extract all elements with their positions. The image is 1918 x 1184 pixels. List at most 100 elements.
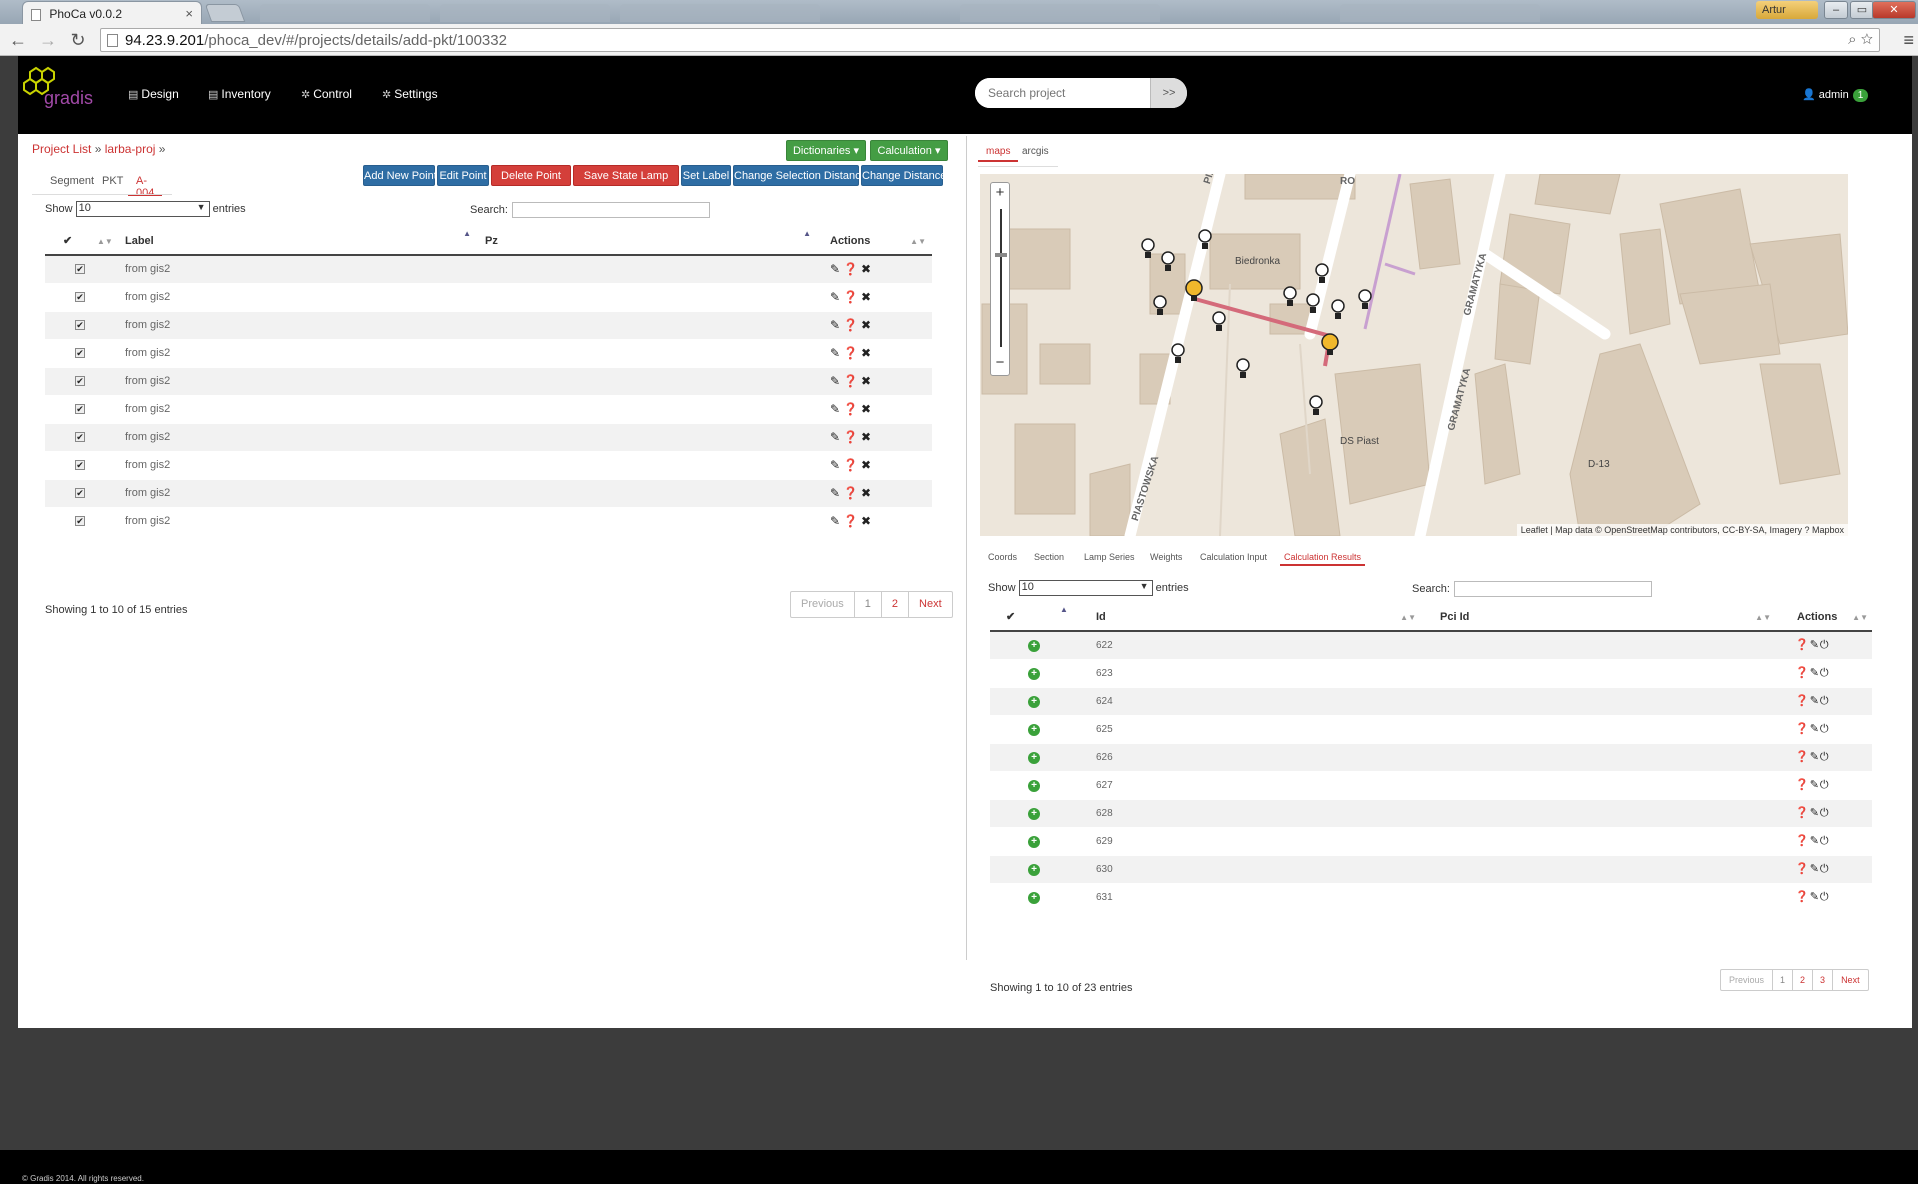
- col-actions[interactable]: Actions ▲▼: [815, 227, 932, 256]
- nav-control[interactable]: ✲ Control: [301, 87, 352, 101]
- forward-icon[interactable]: →: [36, 30, 60, 51]
- project-search-button[interactable]: >>: [1150, 78, 1187, 108]
- row-actions[interactable]: ❓✎⏻: [1795, 807, 1830, 819]
- tab-weights[interactable]: Weights: [1146, 550, 1186, 564]
- table-row[interactable]: +630 ❓✎⏻: [990, 854, 1872, 883]
- tab-maps[interactable]: maps: [978, 143, 1019, 162]
- user-menu[interactable]: 👤 admin 1: [1802, 88, 1869, 102]
- gradis-logo[interactable]: gradis: [20, 64, 110, 108]
- lamp-icon[interactable]: [1283, 286, 1297, 306]
- expand-row-icon[interactable]: +: [1028, 891, 1040, 904]
- expand-row-icon[interactable]: +: [1028, 639, 1040, 652]
- add-new-point-button[interactable]: Add New Point: [363, 165, 437, 186]
- table-search-input[interactable]: [511, 202, 710, 218]
- table-search-input[interactable]: [1453, 581, 1652, 597]
- row-actions[interactable]: ❓✎⏻: [1795, 779, 1830, 791]
- row-actions[interactable]: ❓✎⏻: [1795, 835, 1830, 847]
- browser-tab[interactable]: PhoCa v0.0.2 ×: [22, 1, 202, 25]
- pager-page-1[interactable]: 1: [853, 592, 881, 617]
- star-icon[interactable]: ☆: [1861, 31, 1873, 48]
- expand-row-icon[interactable]: +: [1028, 863, 1040, 876]
- calculation-dropdown[interactable]: Calculation ▾: [870, 140, 948, 161]
- row-actions[interactable]: ✎❓✖: [830, 318, 874, 332]
- table-row[interactable]: +626 ❓✎⏻: [990, 742, 1872, 771]
- minimize-button[interactable]: –: [1824, 1, 1848, 19]
- row-actions[interactable]: ❓✎⏻: [1795, 723, 1830, 735]
- table-row[interactable]: ✔ from gis2 ✎❓✖: [45, 422, 932, 451]
- expand-row-icon[interactable]: +: [1028, 807, 1040, 820]
- zoom-in-button[interactable]: +: [991, 183, 1009, 205]
- row-actions[interactable]: ❓✎⏻: [1795, 863, 1830, 875]
- table-row[interactable]: ✔ from gis2 ✎❓✖: [45, 366, 932, 395]
- pager-previous[interactable]: Previous: [1721, 970, 1772, 990]
- browser-user-chip[interactable]: Artur: [1756, 1, 1818, 19]
- tab-calculation-input[interactable]: Calculation Input: [1196, 550, 1271, 564]
- row-checkbox[interactable]: ✔: [75, 460, 85, 470]
- row-actions[interactable]: ❓✎⏻: [1795, 891, 1830, 903]
- row-checkbox[interactable]: ✔: [75, 488, 85, 498]
- background-tab[interactable]: [960, 4, 1160, 22]
- col-select[interactable]: ✔ ▲: [990, 603, 1070, 632]
- row-actions[interactable]: ✎❓✖: [830, 290, 874, 304]
- table-row[interactable]: ✔ from gis2 ✎❓✖: [45, 478, 932, 507]
- table-row[interactable]: ✔ from gis2 ✎❓✖: [45, 254, 932, 283]
- lamp-icon[interactable]: [1331, 299, 1345, 319]
- expand-row-icon[interactable]: +: [1028, 751, 1040, 764]
- save-state-lamp-button[interactable]: Save State Lamp: [573, 165, 679, 186]
- row-actions[interactable]: ✎❓✖: [830, 514, 874, 528]
- nav-inventory[interactable]: ▤ Inventory: [208, 87, 271, 101]
- address-bar[interactable]: 94.23.9.201/phoca_dev/#/projects/details…: [100, 28, 1880, 52]
- table-row[interactable]: ✔ from gis2 ✎❓✖: [45, 310, 932, 339]
- row-actions[interactable]: ✎❓✖: [830, 402, 874, 416]
- reload-icon[interactable]: ↻: [66, 30, 90, 51]
- tab-pkt[interactable]: PKT: [94, 172, 131, 196]
- row-checkbox[interactable]: ✔: [75, 516, 85, 527]
- map-tiles[interactable]: [980, 174, 1848, 536]
- search-icon[interactable]: ⌕: [1848, 31, 1856, 48]
- close-window-button[interactable]: ✕: [1872, 1, 1916, 19]
- table-row[interactable]: +629 ❓✎⏻: [990, 826, 1872, 855]
- map-view[interactable]: PIASTOWS RO Biedronka GRAMATYKA GRAMATYK…: [980, 174, 1848, 536]
- table-row[interactable]: ✔ from gis2 ✎❓✖: [45, 338, 932, 367]
- col-pci-id[interactable]: Pci Id ▲▼: [1420, 603, 1775, 632]
- zoom-slider[interactable]: [991, 205, 1009, 353]
- row-actions[interactable]: ✎❓✖: [830, 458, 874, 472]
- background-tab[interactable]: [260, 4, 430, 22]
- table-row[interactable]: ✔ from gis2 ✎❓✖: [45, 282, 932, 311]
- pager-next[interactable]: Next: [1832, 970, 1868, 990]
- tab-a-004[interactable]: A-004: [128, 172, 163, 199]
- row-actions[interactable]: ✎❓✖: [830, 262, 874, 276]
- project-search-input[interactable]: [975, 78, 1145, 108]
- tab-calculation-results[interactable]: Calculation Results: [1280, 550, 1366, 566]
- row-checkbox[interactable]: ✔: [75, 348, 85, 358]
- expand-row-icon[interactable]: +: [1028, 695, 1040, 708]
- breadcrumb-project[interactable]: larba-proj: [105, 142, 156, 156]
- lamp-icon[interactable]: [1236, 358, 1250, 378]
- table-row[interactable]: +631 ❓✎⏻: [990, 882, 1872, 911]
- background-tab[interactable]: [440, 4, 610, 22]
- change-selection-distance-button[interactable]: Change Selection Distance: [733, 165, 867, 186]
- col-actions[interactable]: Actions ▲▼: [1775, 603, 1872, 632]
- row-actions[interactable]: ✎❓✖: [830, 346, 874, 360]
- pager-page-1[interactable]: 1: [1772, 970, 1792, 990]
- maximize-button[interactable]: ▭: [1850, 1, 1874, 19]
- row-actions[interactable]: ✎❓✖: [830, 374, 874, 388]
- delete-point-button[interactable]: Delete Point: [491, 165, 571, 186]
- col-select[interactable]: ✔ ▲▼: [45, 227, 113, 256]
- table-row[interactable]: +624 ❓✎⏻: [990, 686, 1872, 715]
- back-icon[interactable]: ←: [6, 30, 30, 51]
- row-actions[interactable]: ❓✎⏻: [1795, 695, 1830, 707]
- row-actions[interactable]: ❓✎⏻: [1795, 667, 1830, 679]
- pager-next[interactable]: Next: [908, 592, 952, 617]
- background-tab[interactable]: [1340, 4, 1540, 22]
- dictionaries-dropdown[interactable]: Dictionaries ▾: [786, 140, 866, 161]
- pager-page-3[interactable]: 3: [1812, 970, 1832, 990]
- row-checkbox[interactable]: ✔: [75, 376, 85, 386]
- zoom-out-button[interactable]: −: [991, 353, 1009, 375]
- set-label-button[interactable]: Set Label: [681, 165, 731, 186]
- lamp-icon[interactable]: [1212, 311, 1226, 331]
- tab-arcgis[interactable]: arcgis: [1014, 143, 1057, 160]
- row-checkbox[interactable]: ✔: [75, 432, 85, 442]
- table-row[interactable]: +625 ❓✎⏻: [990, 714, 1872, 743]
- tab-lamp-series[interactable]: Lamp Series: [1080, 550, 1139, 564]
